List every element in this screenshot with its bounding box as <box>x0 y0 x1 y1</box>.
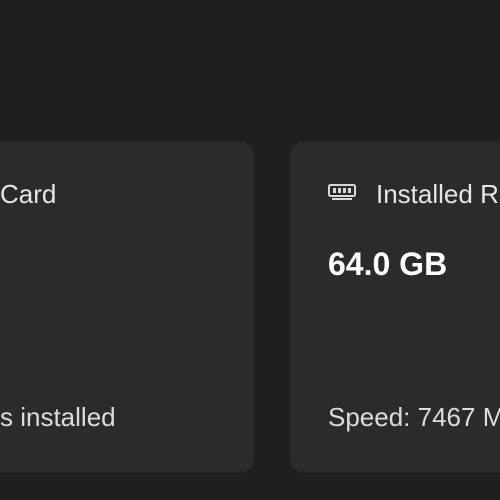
installed-ram-tile[interactable]: Installed R 64.0 GB Speed: 7467 M <box>290 142 500 472</box>
card-title: Card <box>0 179 57 209</box>
graphics-card-tile[interactable]: Card s installed <box>0 142 254 472</box>
card-title: Installed R <box>376 179 499 209</box>
card-footer: s installed <box>0 402 116 432</box>
installed-ram-value: 64.0 GB <box>328 246 448 282</box>
settings-viewport: Card s installed Installed R 64.0 GB Spe… <box>0 0 500 500</box>
ram-icon <box>328 184 356 200</box>
ram-speed-text: Speed: 7467 M <box>328 402 500 432</box>
